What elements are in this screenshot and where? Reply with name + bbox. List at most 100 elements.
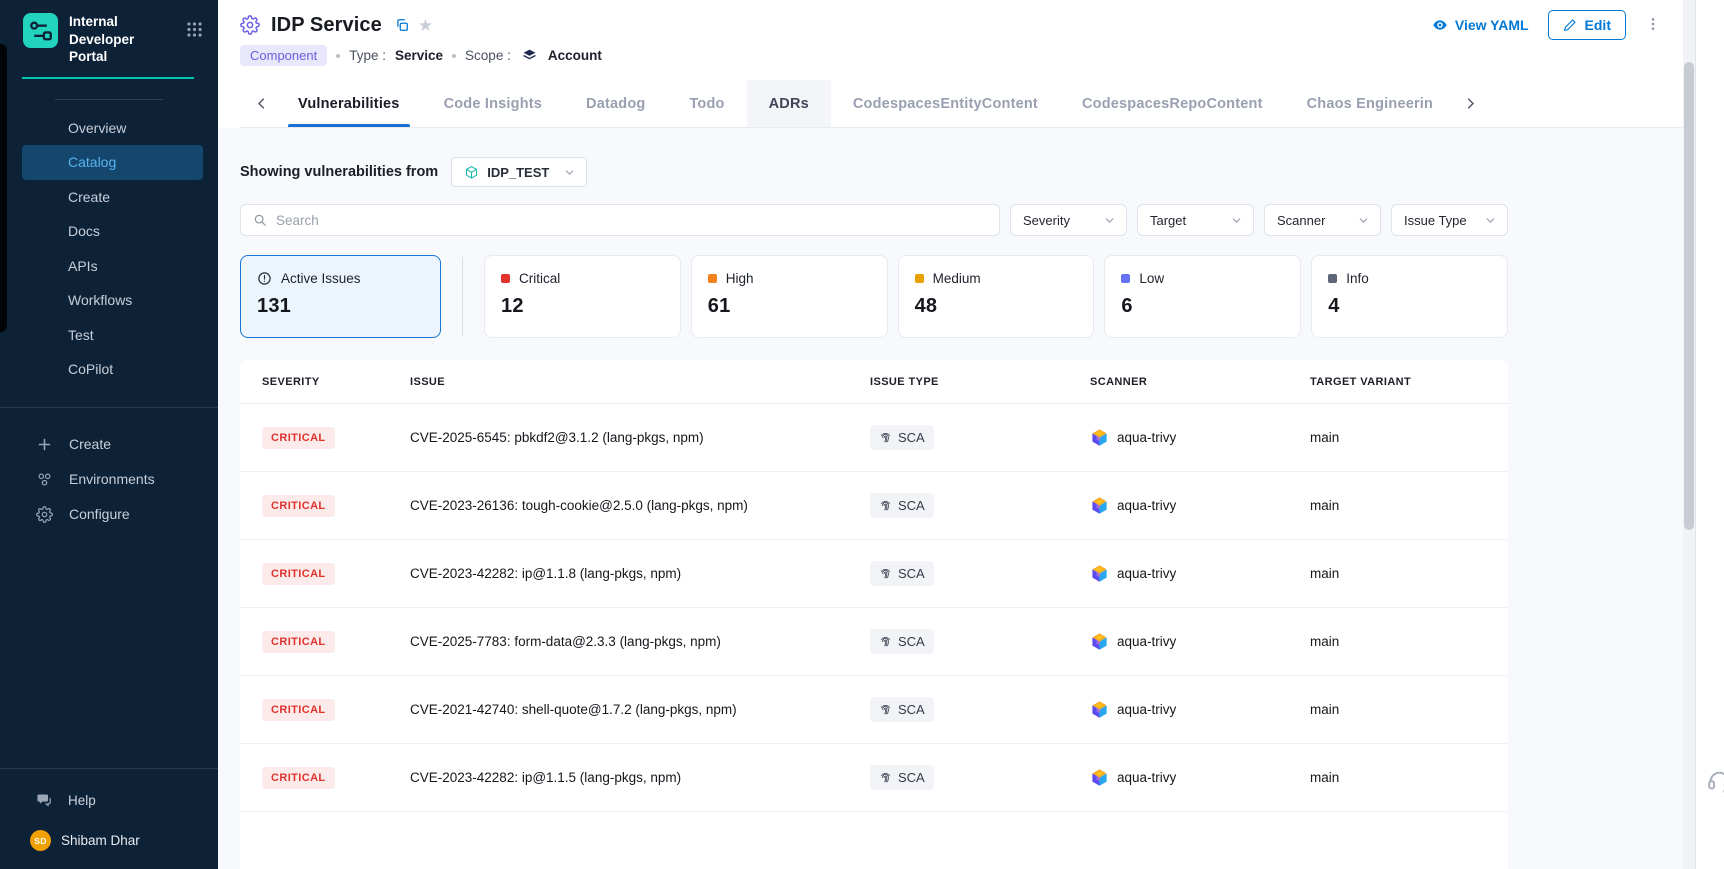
card-low[interactable]: Low6 (1104, 255, 1301, 338)
trivy-icon (1090, 632, 1109, 651)
column-header-severity: SEVERITY (262, 376, 410, 388)
issue-type-pill: SCA (870, 629, 934, 654)
sidebar-item-catalog[interactable]: Catalog (22, 145, 203, 180)
tab-chaos-engineerin[interactable]: Chaos Engineerin (1285, 80, 1455, 127)
user-name: Shibam Dhar (61, 833, 140, 848)
sidebar-divider (55, 99, 163, 100)
card-value: 61 (708, 295, 871, 318)
table-row[interactable]: CRITICALCVE-2025-6545: pbkdf2@3.1.2 (lan… (240, 404, 1508, 472)
card-critical[interactable]: Critical 12 (484, 255, 681, 338)
sidebar-actions: CreateEnvironments Configure (0, 427, 218, 532)
support-headset-icon[interactable] (1706, 766, 1724, 793)
portal-title: Internal Developer Portal (69, 13, 169, 66)
module-rail (0, 44, 7, 332)
severity-badge: CRITICAL (262, 767, 335, 789)
tabs-scroll-right-icon[interactable] (1455, 96, 1485, 111)
scanner-name: aqua-trivy (1117, 566, 1176, 581)
card-value: 48 (915, 295, 1078, 318)
pencil-icon (1563, 18, 1577, 32)
tab-code-insights[interactable]: Code Insights (422, 80, 564, 127)
table-body: CRITICALCVE-2025-6545: pbkdf2@3.1.2 (lan… (240, 404, 1508, 812)
issue-type-cell: SCA (870, 425, 1090, 450)
view-yaml-button[interactable]: View YAML (1432, 17, 1529, 33)
tab-adrs[interactable]: ADRs (747, 80, 831, 127)
scrollbar-thumb[interactable] (1684, 62, 1694, 530)
fingerprint-icon (879, 431, 892, 444)
source-project-select[interactable]: IDP_TEST (451, 157, 587, 187)
severity-badge: CRITICAL (262, 563, 335, 585)
sidebar-action-label: Configure (69, 506, 130, 522)
issue-type-pill: SCA (870, 697, 934, 722)
card-high[interactable]: High 61 (691, 255, 888, 338)
cards-divider (462, 257, 463, 336)
sidebar-item-copilot[interactable]: CoPilot (22, 352, 203, 387)
tab-todo[interactable]: Todo (667, 80, 746, 127)
sidebar-action-create[interactable]: Create (0, 427, 218, 462)
card-info[interactable]: Info4 (1311, 255, 1508, 338)
severity-dot (1121, 274, 1130, 283)
search-input[interactable] (276, 213, 987, 228)
severity-dot (501, 274, 510, 283)
app-grid-icon[interactable] (185, 20, 204, 39)
table-row[interactable]: CRITICALCVE-2023-26136: tough-cookie@2.5… (240, 472, 1508, 540)
severity-dot (1328, 274, 1337, 283)
filter-scanner[interactable]: Scanner (1264, 204, 1381, 236)
tab-datadog[interactable]: Datadog (564, 80, 667, 127)
filter-issue-type[interactable]: Issue Type (1391, 204, 1508, 236)
tab-vulnerabilities[interactable]: Vulnerabilities (276, 80, 422, 127)
sidebar-item-docs[interactable]: Docs (22, 214, 203, 249)
card-label: Low (1139, 271, 1164, 286)
severity-dot (915, 274, 924, 283)
issue-type-label: SCA (898, 634, 925, 649)
scrollbar-track[interactable] (1683, 0, 1695, 869)
table-row[interactable]: CRITICALCVE-2023-42282: ip@1.1.5 (lang-p… (240, 744, 1508, 812)
severity-cell: CRITICAL (262, 495, 410, 517)
card-active-issues[interactable]: Active Issues131 (240, 255, 441, 338)
page-title: IDP Service (271, 14, 382, 37)
column-header-scanner: SCANNER (1090, 376, 1310, 388)
filter-target[interactable]: Target (1137, 204, 1254, 236)
severity-badge: CRITICAL (262, 495, 335, 517)
table-row[interactable]: CRITICALCVE-2023-42282: ip@1.1.8 (lang-p… (240, 540, 1508, 608)
chevron-down-icon (563, 166, 576, 179)
sidebar-item-apis[interactable]: APIs (22, 249, 203, 284)
card-label: Critical (519, 271, 560, 286)
sidebar-action-environments[interactable]: Environments (0, 462, 218, 497)
favorite-star-icon[interactable]: ★ (418, 17, 433, 34)
portal-logo-icon (23, 13, 58, 48)
edit-button[interactable]: Edit (1548, 10, 1626, 40)
help-button[interactable]: ? Help (0, 769, 218, 817)
table-row[interactable]: CRITICALCVE-2021-42740: shell-quote@1.7.… (240, 676, 1508, 744)
entity-header: IDP Service ★ View YAML Edit (218, 0, 1683, 128)
column-header-issue-type: ISSUE TYPE (870, 376, 1090, 388)
user-menu[interactable]: SD Shibam Dhar (0, 817, 218, 869)
sidebar-item-test[interactable]: Test (22, 318, 203, 353)
scanner-name: aqua-trivy (1117, 430, 1176, 445)
card-value: 12 (501, 295, 664, 318)
table-row[interactable]: CRITICALCVE-2025-7783: form-data@2.3.3 (… (240, 608, 1508, 676)
sidebar-action-configure[interactable]: Configure (0, 497, 218, 532)
tab-codespacesentitycontent[interactable]: CodespacesEntityContent (831, 80, 1060, 127)
issue-type-label: SCA (898, 566, 925, 581)
tabs-scroll-left-icon[interactable] (246, 96, 276, 111)
filter-severity[interactable]: Severity (1010, 204, 1127, 236)
scanner-cell: aqua-trivy (1090, 496, 1310, 515)
card-label: High (726, 271, 754, 286)
sidebar-item-workflows[interactable]: Workflows (22, 283, 203, 318)
issue-type-pill: SCA (870, 561, 934, 586)
scanner-name: aqua-trivy (1117, 702, 1176, 717)
vulnerabilities-panel: Showing vulnerabilities from IDP_TEST Se… (218, 128, 1683, 869)
issue-cell: CVE-2025-7783: form-data@2.3.3 (lang-pkg… (410, 634, 870, 649)
sidebar-item-overview[interactable]: Overview (22, 111, 203, 146)
search-icon (253, 213, 267, 227)
tabs: VulnerabilitiesCode InsightsDatadogTodoA… (276, 80, 1455, 127)
more-options-icon[interactable] (1645, 16, 1661, 34)
summary-cards: Active Issues131 Critical 12 High 61 Medium48… (240, 255, 1508, 338)
card-medium[interactable]: Medium48 (898, 255, 1095, 338)
issue-type-label: SCA (898, 770, 925, 785)
sidebar-item-create[interactable]: Create (22, 180, 203, 215)
copy-icon[interactable] (395, 18, 409, 32)
issue-type-cell: SCA (870, 561, 1090, 586)
tab-codespacesrepocontent[interactable]: CodespacesRepoContent (1060, 80, 1285, 127)
severity-cell: CRITICAL (262, 699, 410, 721)
